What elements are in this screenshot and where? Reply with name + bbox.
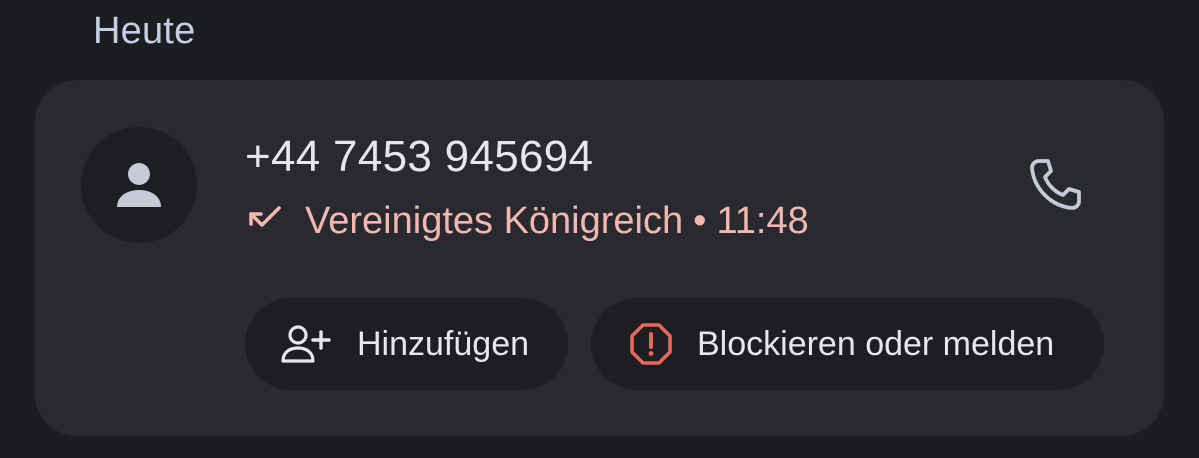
call-location: Vereinigtes Königreich	[305, 199, 684, 242]
contact-avatar	[81, 127, 197, 243]
call-time: 11:48	[716, 199, 809, 242]
phone-icon	[1030, 159, 1081, 210]
person-icon	[117, 163, 161, 207]
call-back-button[interactable]	[1020, 150, 1090, 220]
add-contact-label: Hinzufügen	[357, 324, 530, 363]
section-header: Heute	[93, 10, 196, 52]
caller-number: +44 7453 945694	[245, 132, 594, 181]
add-contact-icon	[281, 324, 333, 364]
block-report-icon	[629, 322, 673, 366]
block-report-button[interactable]: Blockieren oder melden	[591, 298, 1104, 390]
meta-separator: •	[693, 199, 707, 242]
call-details: Vereinigtes Königreich • 11:48	[247, 196, 809, 246]
block-report-label: Blockieren oder melden	[697, 324, 1055, 363]
add-contact-button[interactable]: Hinzufügen	[245, 298, 568, 390]
missed-call-icon	[247, 203, 283, 239]
call-log-entry[interactable]: +44 7453 945694 Vereinigtes Königreich •…	[35, 80, 1164, 436]
